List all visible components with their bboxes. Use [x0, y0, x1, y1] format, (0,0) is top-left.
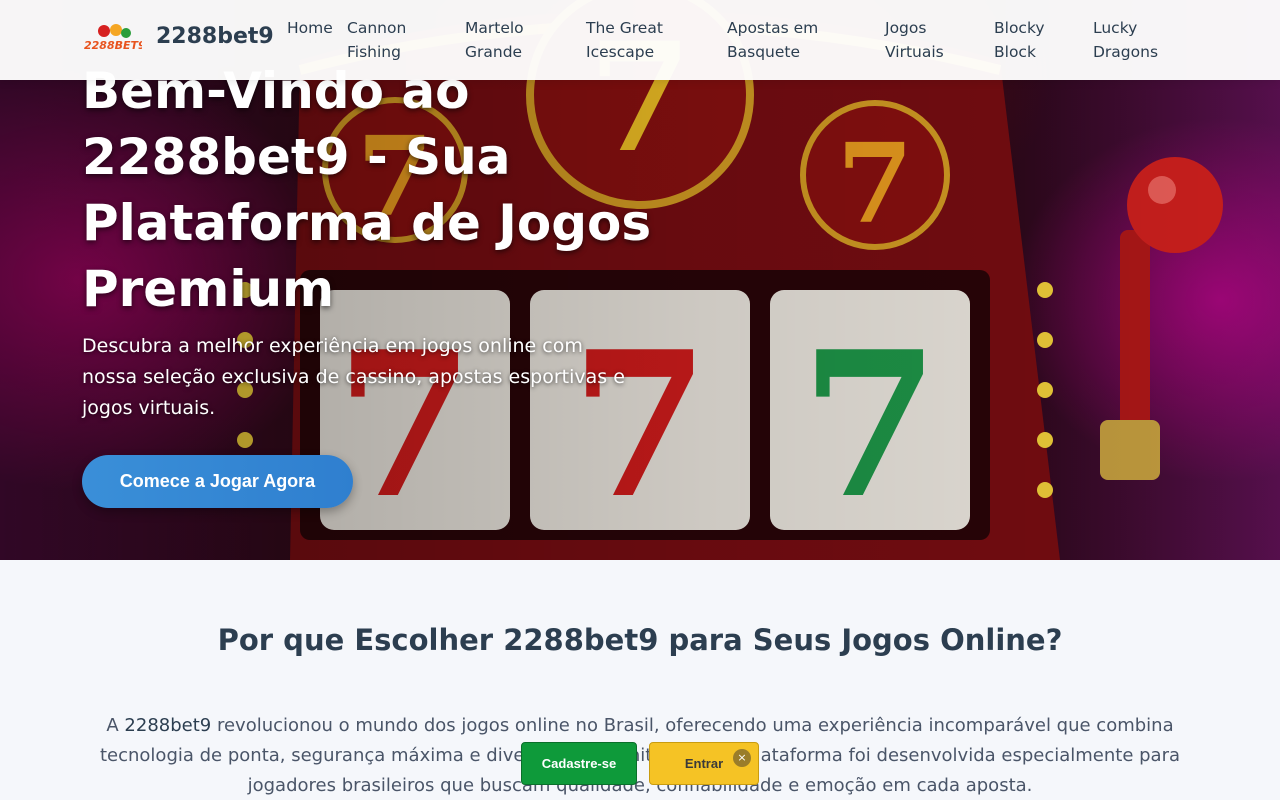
nav-apostas-basquete[interactable]: Apostas em Basquete [727, 16, 837, 64]
hero-banner: 7 7 7 7 7 7 Bem-Vindo ao 2288bet9 - Sua … [0, 0, 1280, 560]
why-text-brand: 2288bet9 [124, 715, 212, 736]
nav-cannon-fishing[interactable]: Cannon Fishing [347, 16, 437, 64]
hero-description: Descubra a melhor experiência em jogos o… [82, 335, 625, 419]
logo-text: 2288BET9 [84, 39, 142, 52]
why-section-title: Por que Escolher 2288bet9 para Seus Jogo… [217, 623, 1063, 657]
why-section-text: A 2288bet9 revolucionou o mundo dos jogo… [80, 711, 1200, 800]
nav-lucky-dragons[interactable]: Lucky Dragons [1093, 16, 1173, 64]
why-text-intro: A [106, 715, 125, 736]
hero-title: Bem-Vindo ao 2288bet9 - Sua Plataforma d… [82, 62, 652, 318]
start-playing-button[interactable]: Comece a Jogar Agora [82, 455, 353, 508]
brand-name[interactable]: 2288bet9 [156, 24, 274, 49]
nav-home[interactable]: Home [287, 16, 337, 40]
nav-blocky-block[interactable]: Blocky Block [994, 16, 1064, 64]
close-icon[interactable]: × [733, 749, 751, 767]
logo-icon[interactable]: 2288BET9 [84, 22, 142, 54]
nav-great-icescape[interactable]: The Great Icescape [586, 16, 696, 64]
register-button[interactable]: Cadastre-se [521, 742, 637, 785]
nav-martelo-grande[interactable]: Martelo Grande [465, 16, 550, 64]
site-header: 2288BET9 2288bet9 Home Cannon Fishing Ma… [0, 0, 1280, 80]
why-text-body: revolucionou o mundo dos jogos online no… [99, 715, 1181, 796]
nav-jogos-virtuais[interactable]: Jogos Virtuais [885, 16, 965, 64]
